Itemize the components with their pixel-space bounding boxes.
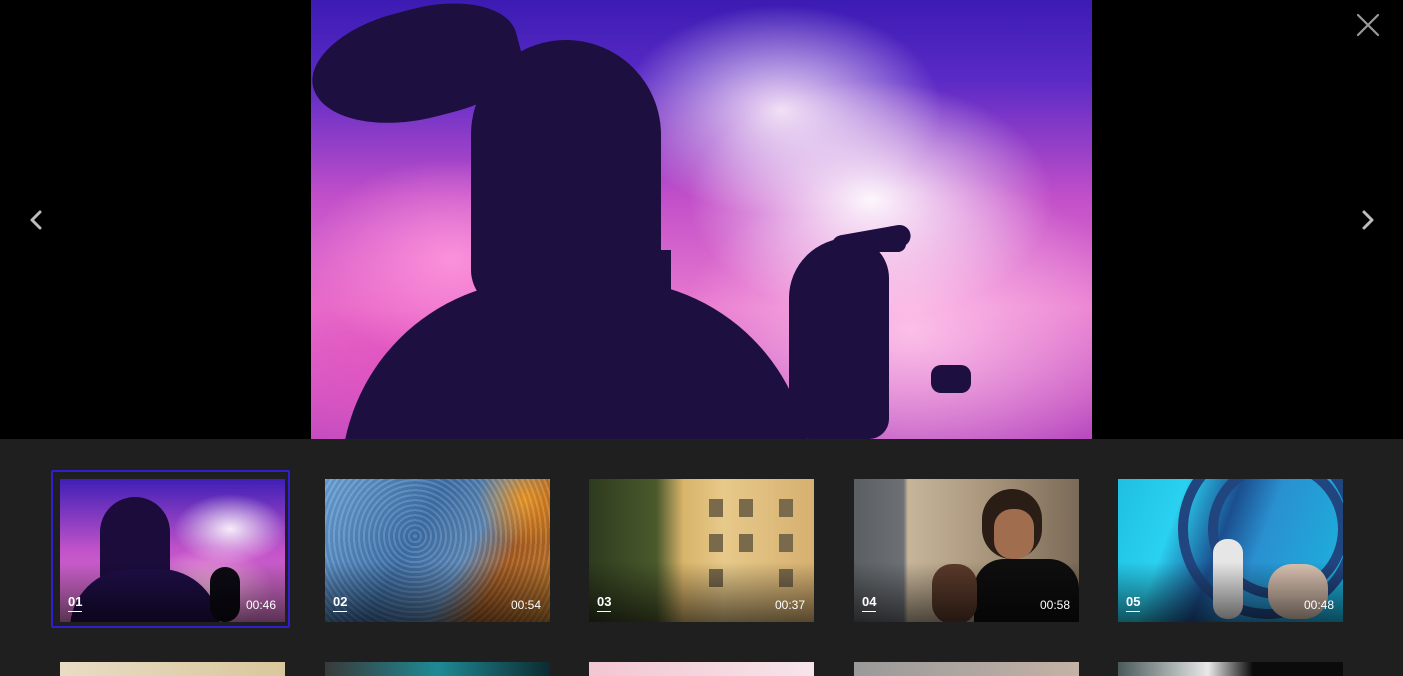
thumbnail-number: 02 [333,595,348,612]
close-icon [1356,13,1380,37]
thumb-face [994,509,1034,559]
thumbnail-06[interactable] [60,662,285,676]
thumbnail-number: 04 [862,595,877,612]
dancer-foot [931,365,971,393]
thumbnail-05[interactable]: 05 00:48 [1118,479,1343,622]
thumbnail-duration: 00:48 [1303,598,1334,612]
close-button[interactable] [1353,10,1383,40]
thumbnail-02[interactable]: 02 00:54 [325,479,550,622]
figure-head [471,40,661,310]
thumb-window [739,534,753,552]
thumb-shade [60,562,285,622]
thumb-shade [854,562,1079,622]
thumbnail-07[interactable] [325,662,550,676]
thumb-shade [325,562,550,622]
thumb-window [709,499,723,517]
chevron-left-icon [30,210,42,230]
main-video-frame[interactable] [311,0,1092,439]
thumbnail-duration: 00:54 [510,598,541,612]
thumbnail-10[interactable] [1118,662,1343,676]
thumbnail-duration: 00:37 [774,598,805,612]
thumbnail-number: 01 [68,595,83,612]
previous-button[interactable] [22,206,50,234]
thumb-window [739,499,753,517]
chevron-right-icon [1362,210,1374,230]
thumbnail-duration: 00:46 [245,598,276,612]
thumb-window [709,534,723,552]
thumbnail-04[interactable]: 04 00:58 [854,479,1079,622]
thumbnail-09[interactable] [854,662,1079,676]
thumb-window [779,534,793,552]
thumbnail-number: 05 [1126,595,1141,612]
thumbnail-number: 03 [597,595,612,612]
dancer-hand [866,232,906,252]
next-button[interactable] [1354,206,1382,234]
thumbnail-01[interactable]: 01 00:46 [60,479,285,622]
thumbnail-08[interactable] [589,662,814,676]
thumb-shade [1118,562,1343,622]
thumb-window [779,499,793,517]
thumbnail-03[interactable]: 03 00:37 [589,479,814,622]
thumb-shade [589,562,814,622]
media-viewer [0,0,1403,439]
thumbnail-duration: 00:58 [1039,598,1070,612]
dancer-silhouette [789,238,889,439]
